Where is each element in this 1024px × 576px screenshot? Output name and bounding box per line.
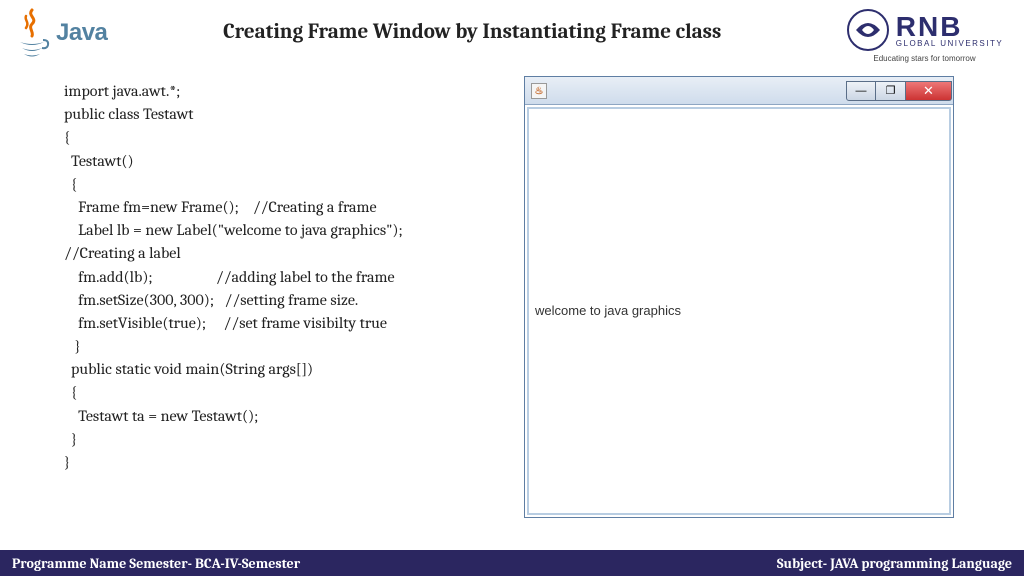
window-titlebar[interactable]: ♨ — ❐ ✕	[525, 77, 953, 105]
maximize-button[interactable]: ❐	[876, 81, 906, 101]
code-line: }	[64, 337, 81, 355]
code-line: public static void main(String args[])	[64, 360, 313, 378]
code-line: public class Testawt	[64, 105, 193, 123]
footer-left: Programme Name Semester- BCA-IV-Semester	[12, 555, 300, 572]
university-logo: RNB GLOBAL UNIVERSITY Educating stars fo…	[837, 8, 1012, 63]
frame-client-area: welcome to java graphics	[527, 107, 951, 515]
code-line: Testawt ta = new Testawt();	[64, 407, 258, 425]
slide-footer: Programme Name Semester- BCA-IV-Semester…	[0, 550, 1024, 576]
awt-frame-window: ♨ — ❐ ✕ welcome to java graphics	[524, 76, 954, 518]
awt-label: welcome to java graphics	[535, 303, 681, 318]
footer-right: Subject- JAVA programming Language	[777, 555, 1012, 572]
java-logo: Java	[12, 8, 107, 58]
university-subtitle: GLOBAL UNIVERSITY	[896, 39, 1003, 48]
code-line: Label lb = new Label("welcome to java gr…	[64, 221, 403, 239]
code-line: Frame fm=new Frame(); //Creating a frame	[64, 198, 377, 216]
code-block: import java.awt.*; public class Testawt …	[64, 80, 504, 518]
slide-content: import java.awt.*; public class Testawt …	[0, 72, 1024, 518]
slide-title: Creating Frame Window by Instantiating F…	[107, 8, 837, 44]
university-tagline: Educating stars for tomorrow	[873, 54, 975, 63]
code-line: //Creating a label	[64, 244, 181, 262]
window-controls: — ❐ ✕	[846, 81, 952, 101]
code-line: import java.awt.*;	[64, 82, 180, 100]
java-app-icon: ♨	[531, 83, 547, 99]
code-line: Testawt()	[64, 152, 134, 170]
code-line: }	[64, 430, 77, 448]
code-line: }	[64, 453, 70, 471]
java-text: Java	[56, 19, 107, 47]
code-line: {	[64, 128, 70, 146]
close-button[interactable]: ✕	[906, 81, 952, 101]
code-line: {	[64, 383, 77, 401]
java-cup-icon	[12, 8, 52, 58]
code-line: fm.setVisible(true); //set frame visibil…	[64, 314, 387, 332]
slide-header: Java Creating Frame Window by Instantiat…	[0, 0, 1024, 72]
code-line: fm.add(lb); //adding label to the frame	[64, 268, 395, 286]
code-line: {	[64, 175, 77, 193]
university-name: RNB	[896, 13, 1003, 41]
code-line: fm.setSize(300, 300); //setting frame si…	[64, 291, 358, 309]
university-mark-icon	[846, 8, 890, 52]
minimize-button[interactable]: —	[846, 81, 876, 101]
